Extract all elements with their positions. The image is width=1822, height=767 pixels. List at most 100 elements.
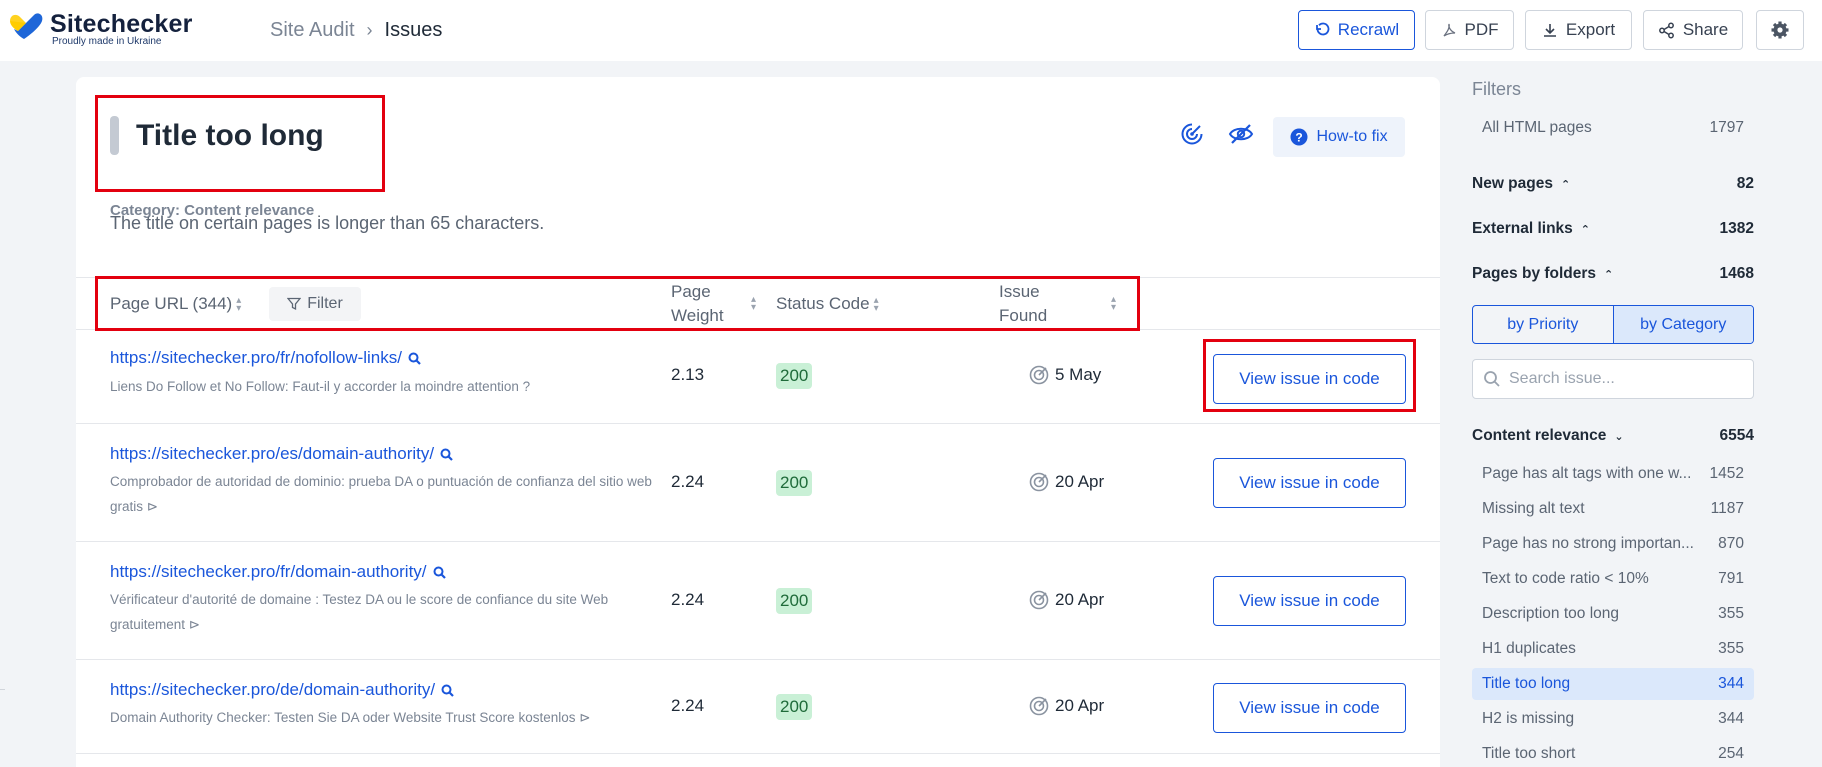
status-badge: 200	[776, 470, 813, 496]
sort-icon[interactable]: ▴ ▾	[1111, 295, 1116, 313]
issue-filter-count: 355	[1718, 605, 1744, 622]
issue-filter-item[interactable]: Page has alt tags with one w... 1452	[1472, 458, 1754, 490]
export-button[interactable]: Export	[1525, 10, 1632, 50]
filter-group-content-relevance[interactable]: Content relevance ⌄ 6554	[1472, 420, 1754, 452]
search-icon[interactable]	[408, 352, 421, 365]
breadcrumb: Site Audit › Issues	[270, 19, 442, 42]
column-page-url[interactable]: Page URL (344) ▴ ▾	[110, 292, 241, 316]
page-url-link[interactable]: https://sitechecker.pro/fr/nofollow-link…	[110, 348, 421, 368]
filter-button[interactable]: Filter	[269, 287, 361, 321]
issue-filter-item[interactable]: H2 is missing 344	[1472, 703, 1754, 735]
sort-icon[interactable]: ▴ ▾	[751, 295, 756, 313]
page-weight: 2.24	[671, 472, 705, 491]
issue-filter-item[interactable]: H1 duplicates 355	[1472, 633, 1754, 665]
funnel-icon	[287, 297, 302, 311]
issue-found-text: 20 Apr	[1055, 472, 1105, 491]
toggle-by-priority[interactable]: by Priority	[1473, 306, 1613, 343]
search-icon[interactable]	[440, 448, 453, 461]
page-url-text: https://sitechecker.pro/fr/domain-author…	[110, 562, 427, 581]
page-weight: 2.24	[671, 696, 705, 715]
toggle-by-category[interactable]: by Category	[1612, 306, 1753, 343]
page-url-text: https://sitechecker.pro/fr/nofollow-link…	[110, 348, 402, 367]
share-icon	[1658, 22, 1674, 38]
filter-group-new-pages[interactable]: New pages ⌃ 82	[1472, 168, 1754, 200]
search-issue-input[interactable]	[1509, 370, 1739, 388]
breadcrumb-current: Issues	[384, 19, 443, 41]
share-button[interactable]: Share	[1643, 10, 1743, 50]
issue-filter-item[interactable]: Title too short 254	[1472, 738, 1754, 767]
issue-filter-item[interactable]: Page has no strong importan... 870	[1472, 528, 1754, 560]
issue-filter-label: Page has no strong importan...	[1482, 535, 1694, 552]
filter-count: 1468	[1719, 265, 1754, 282]
status-badge: 200	[776, 588, 813, 614]
pdf-label: PDF	[1464, 20, 1499, 39]
brand-name: Sitechecker	[50, 10, 193, 38]
left-edge-divider	[0, 689, 5, 690]
issue-filter-item-active[interactable]: Title too long 344	[1472, 668, 1754, 700]
view-issue-in-code-button[interactable]: View issue in code	[1213, 683, 1406, 733]
filter-group-label: External links	[1472, 220, 1573, 237]
how-to-fix-button[interactable]: ? How-to fix	[1273, 117, 1405, 157]
issue-filter-item[interactable]: Description too long 355	[1472, 598, 1754, 630]
page-url-link[interactable]: https://sitechecker.pro/de/domain-author…	[110, 680, 454, 700]
recrawl-button[interactable]: Recrawl	[1298, 10, 1415, 50]
search-issue-field[interactable]	[1472, 359, 1754, 399]
column-status-code[interactable]: Status Code ▴ ▾	[776, 292, 879, 316]
filter-all-html-pages[interactable]: All HTML pages 1797	[1472, 112, 1754, 144]
view-issue-in-code-button[interactable]: View issue in code	[1213, 576, 1406, 626]
column-page-url-label: Page URL (344)	[110, 294, 233, 313]
view-issue-in-code-button[interactable]: View issue in code	[1213, 354, 1406, 404]
breadcrumb-site-audit[interactable]: Site Audit	[270, 19, 355, 42]
sort-icon: ▴ ▾	[873, 294, 879, 314]
page-url-text: https://sitechecker.pro/de/domain-author…	[110, 680, 436, 699]
filter-group-external-links[interactable]: External links ⌃ 1382	[1472, 213, 1754, 245]
pdf-button[interactable]: PDF	[1425, 10, 1514, 50]
download-icon	[1543, 24, 1556, 37]
issue-filter-item[interactable]: Missing alt text 1187	[1472, 493, 1754, 525]
issue-found-text: 20 Apr	[1055, 696, 1105, 715]
hide-issue-button[interactable]	[1226, 119, 1256, 149]
filter-group-pages-by-folders[interactable]: Pages by folders ⌃ 1468	[1472, 258, 1754, 290]
page-title-text: Liens Do Follow et No Follow: Faut-il y …	[110, 379, 531, 394]
page-title-text: Vérificateur d'autorité de domaine : Tes…	[110, 592, 609, 632]
top-header: Sitechecker Proudly made in Ukraine Site…	[0, 0, 1822, 61]
filters-heading: Filters	[1472, 79, 1521, 99]
issue-filter-count: 1187	[1710, 500, 1744, 517]
chevron-up-icon: ⌃	[1604, 269, 1614, 281]
issue-filter-label: Description too long	[1482, 605, 1619, 622]
issue-card: Title too long Category: Content relevan…	[76, 77, 1440, 767]
filter-count: 82	[1736, 175, 1754, 192]
table-row: https://sitechecker.pro/fr/domain-author…	[76, 542, 1440, 660]
table-row: https://sitechecker.pro/de/domain-author…	[76, 660, 1440, 754]
page-url-link[interactable]: https://sitechecker.pro/fr/domain-author…	[110, 562, 446, 582]
issue-filter-label: Title too long	[1482, 675, 1571, 692]
search-icon[interactable]	[441, 684, 454, 697]
column-page-weight-line1: Page	[671, 282, 711, 301]
gear-icon	[1771, 21, 1789, 39]
issue-filter-count: 1452	[1709, 465, 1744, 482]
search-icon	[1484, 371, 1500, 387]
column-page-weight[interactable]: Page Weight	[671, 280, 724, 328]
page-url-link[interactable]: https://sitechecker.pro/es/domain-author…	[110, 444, 453, 464]
export-label: Export	[1565, 20, 1616, 39]
how-to-fix-label: How-to fix	[1316, 128, 1388, 145]
filter-count: 1382	[1719, 220, 1754, 237]
status-badge: 200	[776, 363, 813, 389]
target-icon	[1029, 590, 1049, 610]
logo[interactable]: Sitechecker Proudly made in Ukraine	[8, 11, 193, 47]
recheck-icon-button[interactable]	[1177, 119, 1207, 149]
target-icon	[1029, 365, 1049, 385]
search-icon[interactable]	[433, 566, 446, 579]
issue-filter-count: 870	[1718, 535, 1744, 552]
page-title-text: Comprobador de autoridad de dominio: pru…	[110, 474, 652, 514]
issue-filter-count: 355	[1718, 640, 1744, 657]
issue-found-text: 20 Apr	[1055, 590, 1105, 609]
issue-filter-item[interactable]: Text to code ratio < 10% 791	[1472, 563, 1754, 595]
logo-heart-icon	[8, 11, 44, 41]
brand-tagline: Proudly made in Ukraine	[52, 36, 162, 47]
settings-button[interactable]	[1756, 10, 1804, 50]
grouping-toggle: by Priority by Category	[1472, 305, 1754, 344]
filter-label: All HTML pages	[1482, 119, 1592, 136]
view-issue-in-code-button[interactable]: View issue in code	[1213, 458, 1406, 508]
column-issue-found[interactable]: Issue Found	[999, 280, 1047, 328]
